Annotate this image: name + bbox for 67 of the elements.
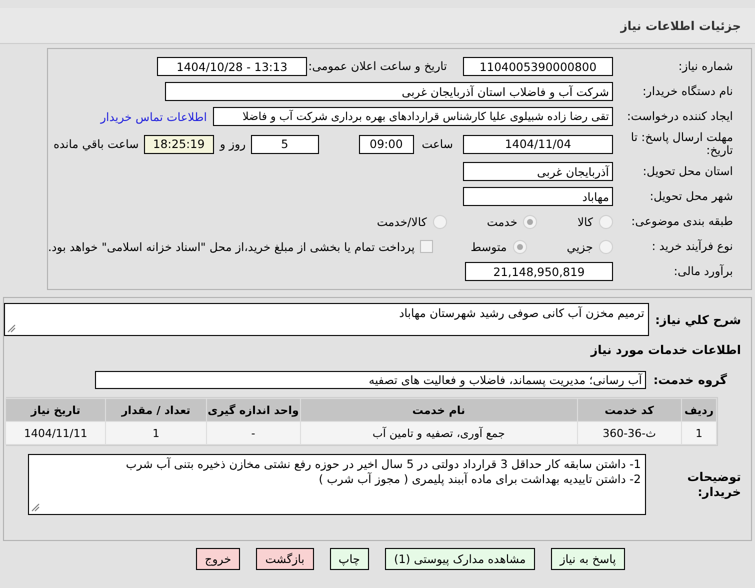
action-button[interactable]: خروج [196, 548, 240, 570]
field-label: ایجاد کننده درخواست: [626, 110, 734, 123]
checkbox[interactable] [420, 240, 434, 253]
option-label: کالا/خدمت [376, 214, 427, 228]
column-header: تعداد / مقدار [106, 398, 206, 422]
column-header: تاریخ نیاز [6, 398, 106, 422]
contact-link[interactable]: اطلاعات تماس خریدار [100, 110, 207, 124]
notes-label: توضیحات خریدار: [686, 469, 742, 500]
table-cell: ث-36-360 [577, 422, 682, 444]
action-button[interactable]: بازگشت [256, 548, 314, 570]
column-header: نام خدمت [300, 398, 578, 422]
field-value: 5 [250, 134, 319, 154]
field-value: 1104005390000800 [463, 57, 613, 76]
field-label: نوع فرآیند خرید : [650, 240, 734, 253]
option-label: جزیي [566, 240, 593, 254]
section-heading: اطلاعات خدمات مورد نیاز [590, 343, 741, 357]
table-cell: 1 [681, 422, 716, 444]
table-cell: جمع آوری، تصفیه و تامین آب [300, 422, 578, 444]
field-label: شهر محل تحویل: [648, 190, 734, 203]
field-label: ساعت باقي مانده [54, 137, 139, 151]
resize-grip-icon[interactable] [31, 503, 40, 512]
radio-button[interactable] [599, 240, 613, 254]
option-label: کالا [577, 214, 593, 228]
radio-button[interactable] [512, 240, 527, 254]
payment-note: پرداخت تمام یا بخشی از مبلغ خرید،از محل "اسناد خزانه اسلامی" خواهد بود. [48, 240, 415, 254]
field-value: 1404/10/28 - 13:13 [157, 57, 307, 76]
field-label: روز و [220, 137, 246, 151]
field-label: نام دستگاه خریدار: [641, 85, 734, 98]
field-label: ساعت [422, 137, 453, 151]
column-header: ردیف [681, 398, 716, 422]
field-value: مهاباد [463, 187, 613, 206]
summary-text: ترمیم مخزن آب کانی صوفی رشید شهرستان مهاباد [399, 306, 644, 320]
field-value: 1404/11/04 [463, 134, 613, 154]
field-value: 09:00 [358, 134, 414, 154]
action-button[interactable]: چاپ [330, 548, 369, 570]
field-label: برآورد مالی: [672, 265, 734, 278]
column-header: کد خدمت [577, 398, 682, 422]
column-header: واحد اندازه گیری [206, 398, 300, 422]
table-cell: - [206, 422, 300, 444]
field-label: شماره نیاز: [677, 60, 734, 73]
field-label: مهلت ارسال پاسخ: تا تاریخ: [630, 131, 734, 157]
field-value: آذربایجان غربی [463, 162, 613, 181]
action-button[interactable]: پاسخ به نیاز [550, 548, 625, 570]
radio-button[interactable] [599, 214, 613, 228]
option-label: خدمت [486, 214, 518, 228]
table-cell: 1404/11/11 [6, 422, 106, 444]
option-label: متوسط [470, 240, 507, 254]
field-label: طبقه بندی موضوعی: [630, 215, 734, 228]
field-value: 18:25:19 [144, 134, 214, 154]
field-label: تاریخ و ساعت اعلان عمومی: [307, 60, 448, 73]
radio-button[interactable] [432, 214, 447, 228]
table-cell: 1 [106, 422, 206, 444]
resize-grip-icon[interactable] [7, 324, 16, 333]
field-label: گروه خدمت: [653, 373, 728, 387]
field-value: تقی رضا زاده شبیلوی علیا کارشناس قراردادهای بهره برداری شرکت آب و فاضلا [213, 107, 613, 126]
page-title: جزئیات اطلاعات نیاز [620, 18, 741, 32]
notes-line: 1- داشتن سابقه کار حداقل 3 قرارداد دولتی در 5 سال اخیر در حوزه رفع نشتی مخازن ذخیره بتنی آب شرب [124, 457, 641, 472]
notes-line: 2- داشتن تاییدیه بهداشت برای ماده آببند پلیمری ( مجوز آب شرب ) [318, 472, 641, 487]
summary-label: شرح کلي نیاز: [654, 312, 742, 327]
field-value: 21,148,950,819 [465, 262, 613, 281]
radio-button[interactable] [523, 214, 538, 228]
field-value: شرکت آب و فاضلاب استان آذربایجان غربی [165, 82, 613, 101]
field-value: آب رسانی؛ مدیریت پسماند، فاضلاب و فعالیت های تصفیه [95, 371, 646, 389]
notes-field[interactable]: 1- داشتن سابقه کار حداقل 3 قرارداد دولتی در 5 سال اخیر در حوزه رفع نشتی مخازن ذخیره بتنی آب شرب 2- داشتن تاییدیه بهداشت برای ماده آببند پلیمری ( مجوز آب شرب ) [28, 454, 646, 515]
summary-field[interactable]: ترمیم مخزن آب کانی صوفی رشید شهرستان مهاباد [4, 303, 650, 336]
action-button[interactable]: مشاهده مدارک پیوستی (1) [384, 548, 535, 570]
field-label: استان محل تحویل: [642, 165, 734, 178]
